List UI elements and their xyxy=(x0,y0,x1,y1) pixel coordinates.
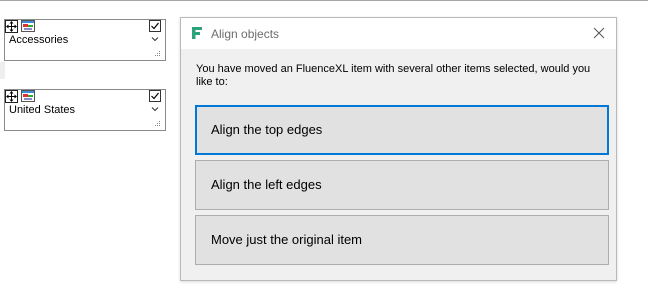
chevron-down-icon[interactable] xyxy=(151,36,159,42)
dialog-title: Align objects xyxy=(211,27,280,41)
image-icon[interactable] xyxy=(21,90,35,102)
checkbox-icon[interactable] xyxy=(149,90,161,102)
top-border xyxy=(0,0,648,1)
move-icon[interactable] xyxy=(5,90,18,103)
image-icon[interactable] xyxy=(21,20,35,32)
close-icon[interactable] xyxy=(593,27,605,39)
resize-grip-icon[interactable] xyxy=(154,120,161,127)
align-top-edges-button[interactable]: Align the top edges xyxy=(195,105,609,155)
left-strip xyxy=(0,62,5,79)
align-objects-dialog: Align objects You have moved an FluenceX… xyxy=(180,17,617,281)
divider xyxy=(35,60,153,61)
checkbox-icon[interactable] xyxy=(149,20,161,32)
move-icon[interactable] xyxy=(5,20,18,33)
dialog-message: You have moved an FluenceXL item with se… xyxy=(196,63,591,88)
resize-grip-icon[interactable] xyxy=(154,50,161,57)
fluencexl-logo-icon xyxy=(192,27,202,39)
dropdown-value: Accessories xyxy=(9,34,69,46)
move-original-item-button[interactable]: Move just the original item xyxy=(195,215,609,265)
divider xyxy=(35,130,153,131)
dropdown-value: United States xyxy=(9,104,76,116)
chevron-down-icon[interactable] xyxy=(151,106,159,112)
align-left-edges-button[interactable]: Align the left edges xyxy=(195,160,609,210)
dropdown-control-category[interactable]: Accessories xyxy=(4,19,166,61)
dropdown-control-country[interactable]: United States xyxy=(4,89,166,131)
dialog-titlebar: Align objects xyxy=(181,18,616,49)
